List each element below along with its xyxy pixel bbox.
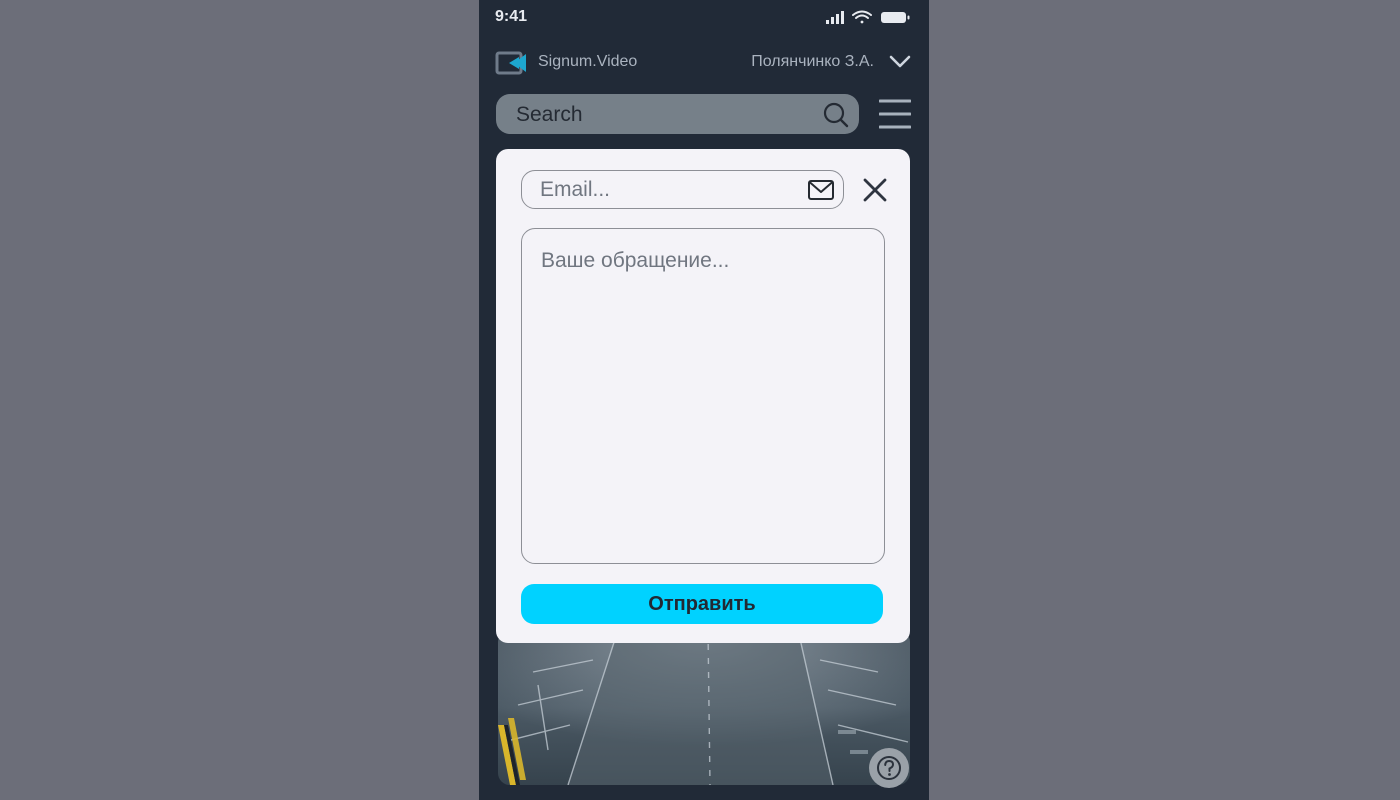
feedback-modal: Отправить <box>496 149 910 643</box>
email-input[interactable] <box>540 177 790 203</box>
signal-icon <box>826 11 844 24</box>
message-textarea[interactable] <box>541 249 861 545</box>
close-icon[interactable] <box>862 177 888 203</box>
app-header: Signum.Video Полянчинко З.А. <box>479 44 929 82</box>
chevron-down-icon[interactable] <box>889 55 911 69</box>
user-name[interactable]: Полянчинко З.А. <box>751 53 874 71</box>
status-bar: 9:41 <box>479 0 929 36</box>
camera-preview[interactable] <box>498 630 910 785</box>
mail-icon <box>808 180 834 200</box>
status-icons <box>826 10 910 24</box>
email-field[interactable] <box>521 170 844 209</box>
submit-button[interactable]: Отправить <box>521 584 883 624</box>
message-field[interactable] <box>521 228 885 564</box>
hamburger-menu-icon[interactable] <box>879 98 911 130</box>
brand-name: Signum.Video <box>538 53 638 70</box>
wifi-icon <box>852 10 872 24</box>
battery-icon <box>881 12 910 23</box>
search-bar[interactable]: Search <box>496 94 859 134</box>
status-time: 9:41 <box>495 8 528 25</box>
parking-camera-image <box>498 630 910 785</box>
video-camera-icon <box>495 51 526 75</box>
search-icon[interactable] <box>823 102 849 128</box>
help-circle-icon[interactable] <box>869 748 909 788</box>
search-input[interactable]: Search <box>516 103 583 127</box>
